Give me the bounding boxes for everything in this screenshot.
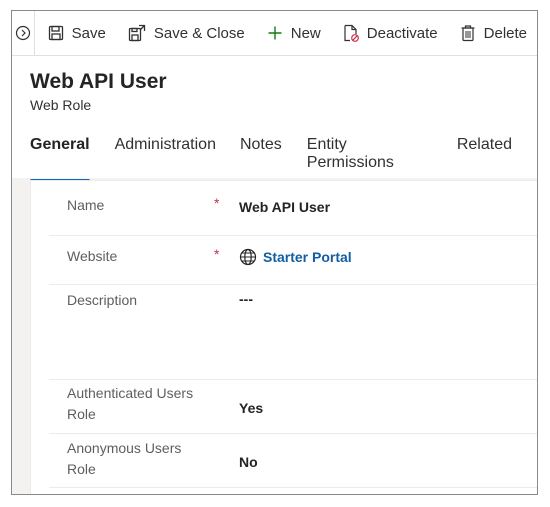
deactivate-icon [344, 24, 359, 42]
tab-administration[interactable]: Administration [115, 136, 216, 182]
record-header: Web API User Web Role General Administra… [12, 56, 537, 182]
authenticated-users-role-label: Authenticated Users Role [67, 385, 194, 422]
deactivate-button[interactable]: Deactivate [331, 11, 448, 55]
anonymous-users-role-label: Anonymous Users Role [67, 440, 182, 477]
expand-button[interactable] [12, 11, 35, 55]
record-form-window: Save Save & Close New Deactivate Delete … [11, 10, 538, 495]
globe-icon [239, 248, 257, 266]
description-field-row: Description --- [49, 285, 537, 380]
name-field-row: Name * Web API User [49, 181, 537, 236]
description-label: Description [67, 292, 138, 308]
general-section: Name * Web API User Website * Starter Po… [30, 180, 537, 494]
tab-notes[interactable]: Notes [240, 136, 282, 182]
website-value: Starter Portal [263, 249, 352, 265]
entity-type-label: Web Role [30, 97, 92, 113]
website-lookup-link[interactable]: Starter Portal [239, 248, 352, 266]
tab-related[interactable]: Related [457, 136, 512, 182]
website-field-row: Website * Starter Portal [49, 236, 537, 285]
authenticated-users-role-value[interactable]: Yes [239, 400, 263, 416]
save-and-close-button[interactable]: Save & Close [116, 11, 255, 55]
save-button[interactable]: Save [35, 11, 116, 55]
save-icon [48, 25, 63, 41]
name-value[interactable]: Web API User [239, 199, 330, 215]
save-label: Save [71, 24, 106, 42]
required-indicator: * [214, 195, 220, 211]
tab-general[interactable]: General [30, 136, 90, 182]
trash-icon [461, 25, 475, 42]
description-value[interactable]: --- [239, 291, 253, 307]
record-title: Web API User [30, 70, 167, 93]
anonymous-users-role-value[interactable]: No [239, 454, 258, 470]
name-label: Name [67, 197, 105, 213]
tab-strip: General Administration Notes Entity Perm… [30, 136, 537, 182]
plus-icon [268, 26, 282, 40]
authenticated-users-role-row: Authenticated Users Role Yes [49, 380, 537, 434]
website-label: Website [67, 248, 118, 264]
delete-button[interactable]: Delete [448, 11, 537, 55]
new-label: New [290, 24, 321, 42]
save-close-icon [128, 24, 146, 42]
command-bar: Save Save & Close New Deactivate Delete [12, 11, 537, 56]
deactivate-label: Deactivate [366, 24, 438, 42]
anonymous-users-role-row: Anonymous Users Role No [49, 434, 537, 488]
delete-label: Delete [483, 24, 527, 42]
save-and-close-label: Save & Close [153, 24, 245, 42]
tab-entity-permissions[interactable]: Entity Permissions [307, 136, 433, 182]
chevron-right-circle-icon [15, 25, 30, 41]
new-button[interactable]: New [255, 11, 331, 55]
required-indicator: * [214, 246, 220, 262]
